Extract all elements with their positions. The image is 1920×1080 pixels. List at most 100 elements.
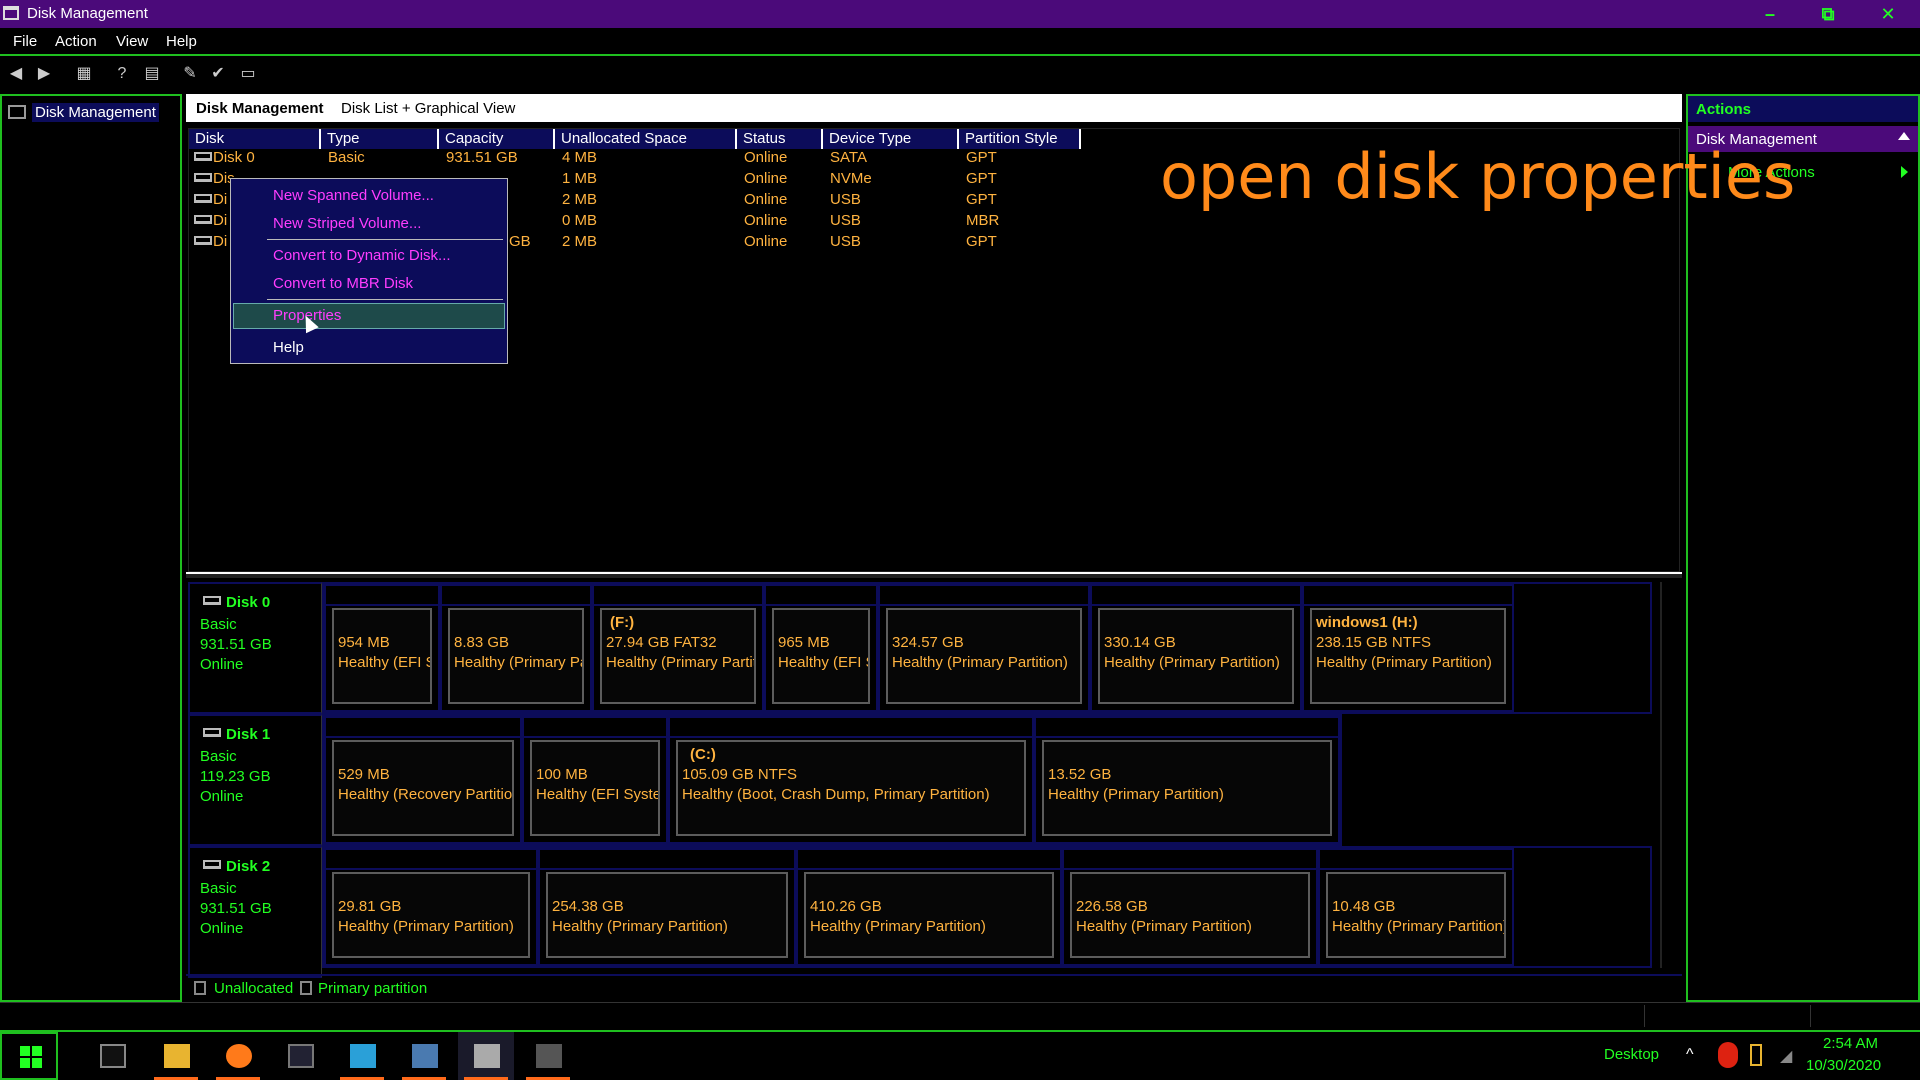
partition[interactable]: 29.81 GB Healthy (Primary Partition) xyxy=(324,848,538,966)
partition[interactable]: 330.14 GB Healthy (Primary Partition) xyxy=(1090,584,1302,712)
partition[interactable]: 226.58 GB Healthy (Primary Partition) xyxy=(1062,848,1318,966)
collapse-arrow-icon[interactable] xyxy=(1898,132,1910,140)
partition[interactable]: (C:) 105.09 GB NTFS Healthy (Boot, Crash… xyxy=(668,716,1034,844)
disk-type: Basic xyxy=(200,616,237,633)
pane-splitter[interactable] xyxy=(186,572,1682,578)
terminal-icon xyxy=(100,1044,126,1068)
partition-size: 965 MB xyxy=(778,634,830,651)
partition[interactable]: 13.52 GB Healthy (Primary Partition) xyxy=(1034,716,1340,844)
check-icon[interactable]: ✔ xyxy=(208,64,228,84)
partition[interactable]: 10.48 GB Healthy (Primary Partition) xyxy=(1318,848,1514,966)
disk-status: Online xyxy=(200,788,244,805)
console-tree: Disk Management xyxy=(0,94,182,1002)
row-status: Online xyxy=(744,191,788,208)
maximize-button[interactable]: ⧉ xyxy=(1800,0,1856,28)
windows-logo-pane xyxy=(32,1058,42,1068)
disk-type: Basic xyxy=(200,880,237,897)
partition-health: Healthy (Primary Partition) xyxy=(1332,918,1506,935)
partition[interactable]: 8.83 GB Healthy (Primary Pa xyxy=(440,584,592,712)
disk-status: Online xyxy=(200,656,244,673)
partition-size: 8.83 GB xyxy=(454,634,510,651)
taskbar-disk-management[interactable] xyxy=(458,1032,514,1080)
taskbar-powershell[interactable] xyxy=(272,1032,328,1080)
disk-icon xyxy=(203,728,221,737)
network-icon[interactable]: ◢ xyxy=(1780,1046,1792,1066)
taskbar-firefox[interactable] xyxy=(210,1032,266,1080)
row-partition-style: GPT xyxy=(966,191,997,208)
status-divider xyxy=(1810,1005,1811,1027)
toolbar: ◀ ▶ ▦ ? ▤ ✎ ✔ ▭ xyxy=(0,58,1920,90)
unallocated-swatch xyxy=(194,981,206,995)
partition[interactable]: 954 MB Healthy (EFI Sy xyxy=(324,584,440,712)
row-capacity: 931.51 GB xyxy=(446,149,518,166)
disk-2-label[interactable]: Disk 2 Basic 931.51 GB Online xyxy=(188,846,322,978)
row-unallocated: 0 MB xyxy=(562,212,598,229)
close-button[interactable]: ✕ xyxy=(1860,0,1916,28)
menu-item-new-striped-volume[interactable]: New Striped Volume... xyxy=(273,215,421,232)
menu-item-help[interactable]: Help xyxy=(273,339,304,356)
partition[interactable]: 529 MB Healthy (Recovery Partition xyxy=(324,716,522,844)
windows-logo-pane xyxy=(20,1058,30,1068)
primary-partition-swatch xyxy=(300,981,312,995)
column-header-type[interactable]: Type xyxy=(321,129,439,149)
column-header-disk[interactable]: Disk xyxy=(189,129,321,149)
help-icon[interactable]: ? xyxy=(112,64,132,84)
minimize-button[interactable]: – xyxy=(1742,0,1798,28)
start-button[interactable] xyxy=(0,1032,58,1080)
clock-date[interactable]: 10/30/2020 xyxy=(1806,1057,1881,1074)
back-arrow-icon[interactable]: ◀ xyxy=(6,64,26,84)
window-icon[interactable]: ▭ xyxy=(238,64,258,84)
usb-drive-icon[interactable] xyxy=(1750,1044,1762,1066)
menu-help[interactable]: Help xyxy=(166,33,197,50)
partition-health: Healthy (Primary Partition) xyxy=(338,918,514,935)
legend-unallocated: Unallocated xyxy=(214,980,294,997)
partition[interactable]: 324.57 GB Healthy (Primary Partition) xyxy=(878,584,1090,712)
column-header-partition-style[interactable]: Partition Style xyxy=(959,129,1081,149)
partition-size: 100 MB xyxy=(536,766,588,783)
menu-file[interactable]: File xyxy=(13,33,37,50)
disk-icon xyxy=(203,860,221,869)
tree-node-disk-management[interactable]: Disk Management xyxy=(8,102,159,122)
disk-1-label[interactable]: Disk 1 Basic 119.23 GB Online xyxy=(188,714,322,846)
menu-item-new-spanned-volume[interactable]: New Spanned Volume... xyxy=(273,187,434,204)
menu-item-convert-dynamic[interactable]: Convert to Dynamic Disk... xyxy=(273,247,451,264)
disk-0-label[interactable]: Disk 0 Basic 931.51 GB Online xyxy=(188,582,322,714)
taskbar-app-blue[interactable] xyxy=(334,1032,390,1080)
connect-icon[interactable]: ✎ xyxy=(180,64,200,84)
column-header-capacity[interactable]: Capacity xyxy=(439,129,555,149)
partition[interactable]: 965 MB Healthy (EFI Sy xyxy=(764,584,878,712)
row-status: Online xyxy=(744,212,788,229)
taskbar-notes[interactable] xyxy=(520,1032,576,1080)
menu-item-convert-mbr[interactable]: Convert to MBR Disk xyxy=(273,275,413,292)
security-app-icon[interactable] xyxy=(1718,1042,1738,1068)
menu-separator xyxy=(267,239,503,240)
partition[interactable]: 100 MB Healthy (EFI System xyxy=(522,716,668,844)
graph-scrollbar[interactable] xyxy=(1660,582,1680,968)
disk-name: Disk 1 xyxy=(226,726,271,743)
forward-arrow-icon[interactable]: ▶ xyxy=(34,64,54,84)
partition[interactable]: windows1 (H:) 238.15 GB NTFS Healthy (Pr… xyxy=(1302,584,1514,712)
row-status: Online xyxy=(744,233,788,250)
taskbar-terminal[interactable] xyxy=(84,1032,140,1080)
show-hide-tree-icon[interactable]: ▦ xyxy=(74,64,94,84)
row-device-type: NVMe xyxy=(830,170,872,187)
desktop-toolbar-label[interactable]: Desktop xyxy=(1604,1046,1659,1063)
partition-health: Healthy (Primary Partition) xyxy=(1104,654,1280,671)
row-disk: Disk 0 xyxy=(213,149,255,166)
show-hidden-icons-chevron-icon[interactable]: ^ xyxy=(1686,1046,1694,1064)
taskbar-file-explorer[interactable] xyxy=(148,1032,204,1080)
partition[interactable]: 410.26 GB Healthy (Primary Partition) xyxy=(796,848,1062,966)
properties-panel-icon[interactable]: ▤ xyxy=(142,64,162,84)
menu-action[interactable]: Action xyxy=(55,33,97,50)
column-header-status[interactable]: Status xyxy=(737,129,823,149)
taskbar-network-app[interactable] xyxy=(396,1032,452,1080)
partition[interactable]: (F:) 27.94 GB FAT32 Healthy (Primary Par… xyxy=(592,584,764,712)
column-header-device-type[interactable]: Device Type xyxy=(823,129,959,149)
partition-health: Healthy (Primary Partition) xyxy=(1316,654,1492,671)
partition-health: Healthy (Primary Partition) xyxy=(552,918,728,935)
menu-view[interactable]: View xyxy=(116,33,148,50)
partition[interactable]: 254.38 GB Healthy (Primary Partition) xyxy=(538,848,796,966)
column-header-unallocated[interactable]: Unallocated Space xyxy=(555,129,737,149)
clock-time[interactable]: 2:54 AM xyxy=(1823,1035,1878,1052)
legend-primary-partition: Primary partition xyxy=(318,980,428,997)
